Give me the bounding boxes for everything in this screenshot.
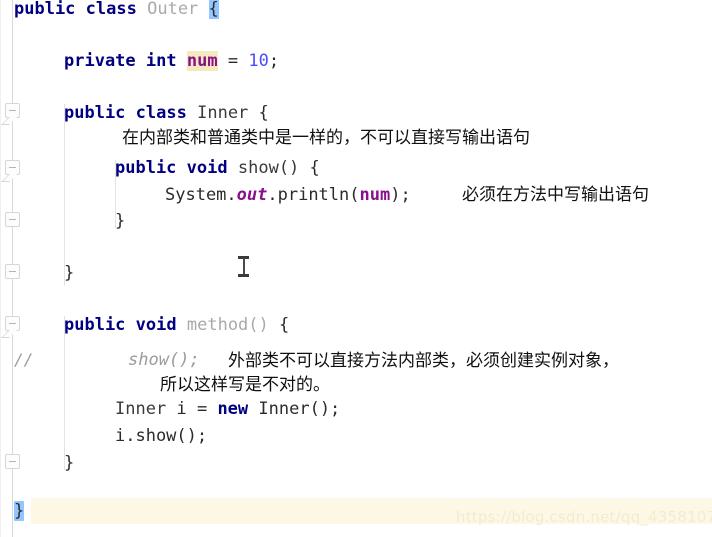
keyword-public-4: public xyxy=(64,315,126,335)
keyword-public-2: public xyxy=(64,103,126,123)
brace-open-outer: { xyxy=(208,0,219,19)
constructor-inner: Inner(); xyxy=(258,399,341,419)
keyword-new: new xyxy=(217,399,249,419)
keyword-class-2: class xyxy=(135,103,187,123)
code-line-2: private int num = 10; xyxy=(64,48,279,74)
field-num: num xyxy=(186,51,218,71)
code-line-4: public void show() { xyxy=(115,155,320,181)
method-name-method: method() xyxy=(186,315,269,335)
code-line-11: i.show(); xyxy=(115,423,207,449)
keyword-public: public xyxy=(14,0,76,19)
code-line-3: public class Inner { xyxy=(64,100,269,126)
comment-slashes: // xyxy=(14,347,33,373)
keyword-public-3: public xyxy=(115,158,177,178)
brace-close-method: } xyxy=(64,453,75,473)
annotation-println-note: 必须在方法中写输出语句 xyxy=(462,185,649,205)
brace-open-show: { xyxy=(309,158,320,178)
annotation-method-note-line1: 外部类不可以直接方法内部类，必须创建实例对象， xyxy=(228,351,619,371)
annotation-inner-class-note: 在内部类和普通类中是一样的，不可以直接写输出语句 xyxy=(122,128,530,148)
comment-marker: // xyxy=(14,350,34,369)
semicolon-2: ; xyxy=(268,51,280,71)
system-qualifier: System. xyxy=(165,185,237,205)
editor-text-area[interactable]: public class Outer { private int num = 1… xyxy=(0,0,712,537)
class-name-outer: Outer xyxy=(147,0,199,19)
brace-close-show: } xyxy=(115,211,126,231)
keyword-void-2: void xyxy=(135,315,177,335)
assign-operator: = xyxy=(227,51,239,71)
brace-close-outer: } xyxy=(14,501,25,521)
assign-operator-2: = xyxy=(196,399,208,419)
code-line-8: public void method() { xyxy=(64,312,289,338)
keyword-class: class xyxy=(85,0,137,19)
code-editor-screenshot: public class Outer { private int num = 1… xyxy=(0,0,712,537)
watermark-url: https://blog.csdn.net/qq_43581078 xyxy=(456,508,712,526)
brace-open-method: { xyxy=(279,315,290,335)
brace-open-inner: { xyxy=(258,103,269,123)
code-line-6: } xyxy=(115,208,125,234)
argument-num: num xyxy=(359,185,391,205)
annotation-method-note-line2: 所以这样写是不对的。 xyxy=(160,375,330,395)
call-i-show: i.show(); xyxy=(115,426,208,446)
type-inner: Inner xyxy=(115,399,167,419)
class-name-inner: Inner xyxy=(197,103,249,123)
println-tail: ); xyxy=(390,185,411,205)
code-line-7: } xyxy=(64,260,74,286)
keyword-void: void xyxy=(186,158,228,178)
variable-i: i xyxy=(176,399,187,419)
println-call: .println( xyxy=(267,185,360,205)
method-name-show: show() xyxy=(237,158,300,178)
code-line-5: System.out.println(num); xyxy=(165,182,411,208)
code-line-12: } xyxy=(64,450,74,476)
code-line-1: public class Outer { xyxy=(14,0,219,22)
ibeam-cursor-icon xyxy=(238,256,249,277)
code-line-13: } xyxy=(14,498,25,524)
keyword-int: int xyxy=(145,51,177,71)
brace-close-inner: } xyxy=(64,263,75,283)
code-line-9: show(); xyxy=(128,347,200,373)
commented-show-call: show(); xyxy=(128,350,200,370)
static-field-out: out xyxy=(236,185,268,205)
keyword-private: private xyxy=(64,51,136,71)
code-line-10: Inner i = new Inner(); xyxy=(115,396,340,422)
literal-10: 10 xyxy=(248,51,269,71)
